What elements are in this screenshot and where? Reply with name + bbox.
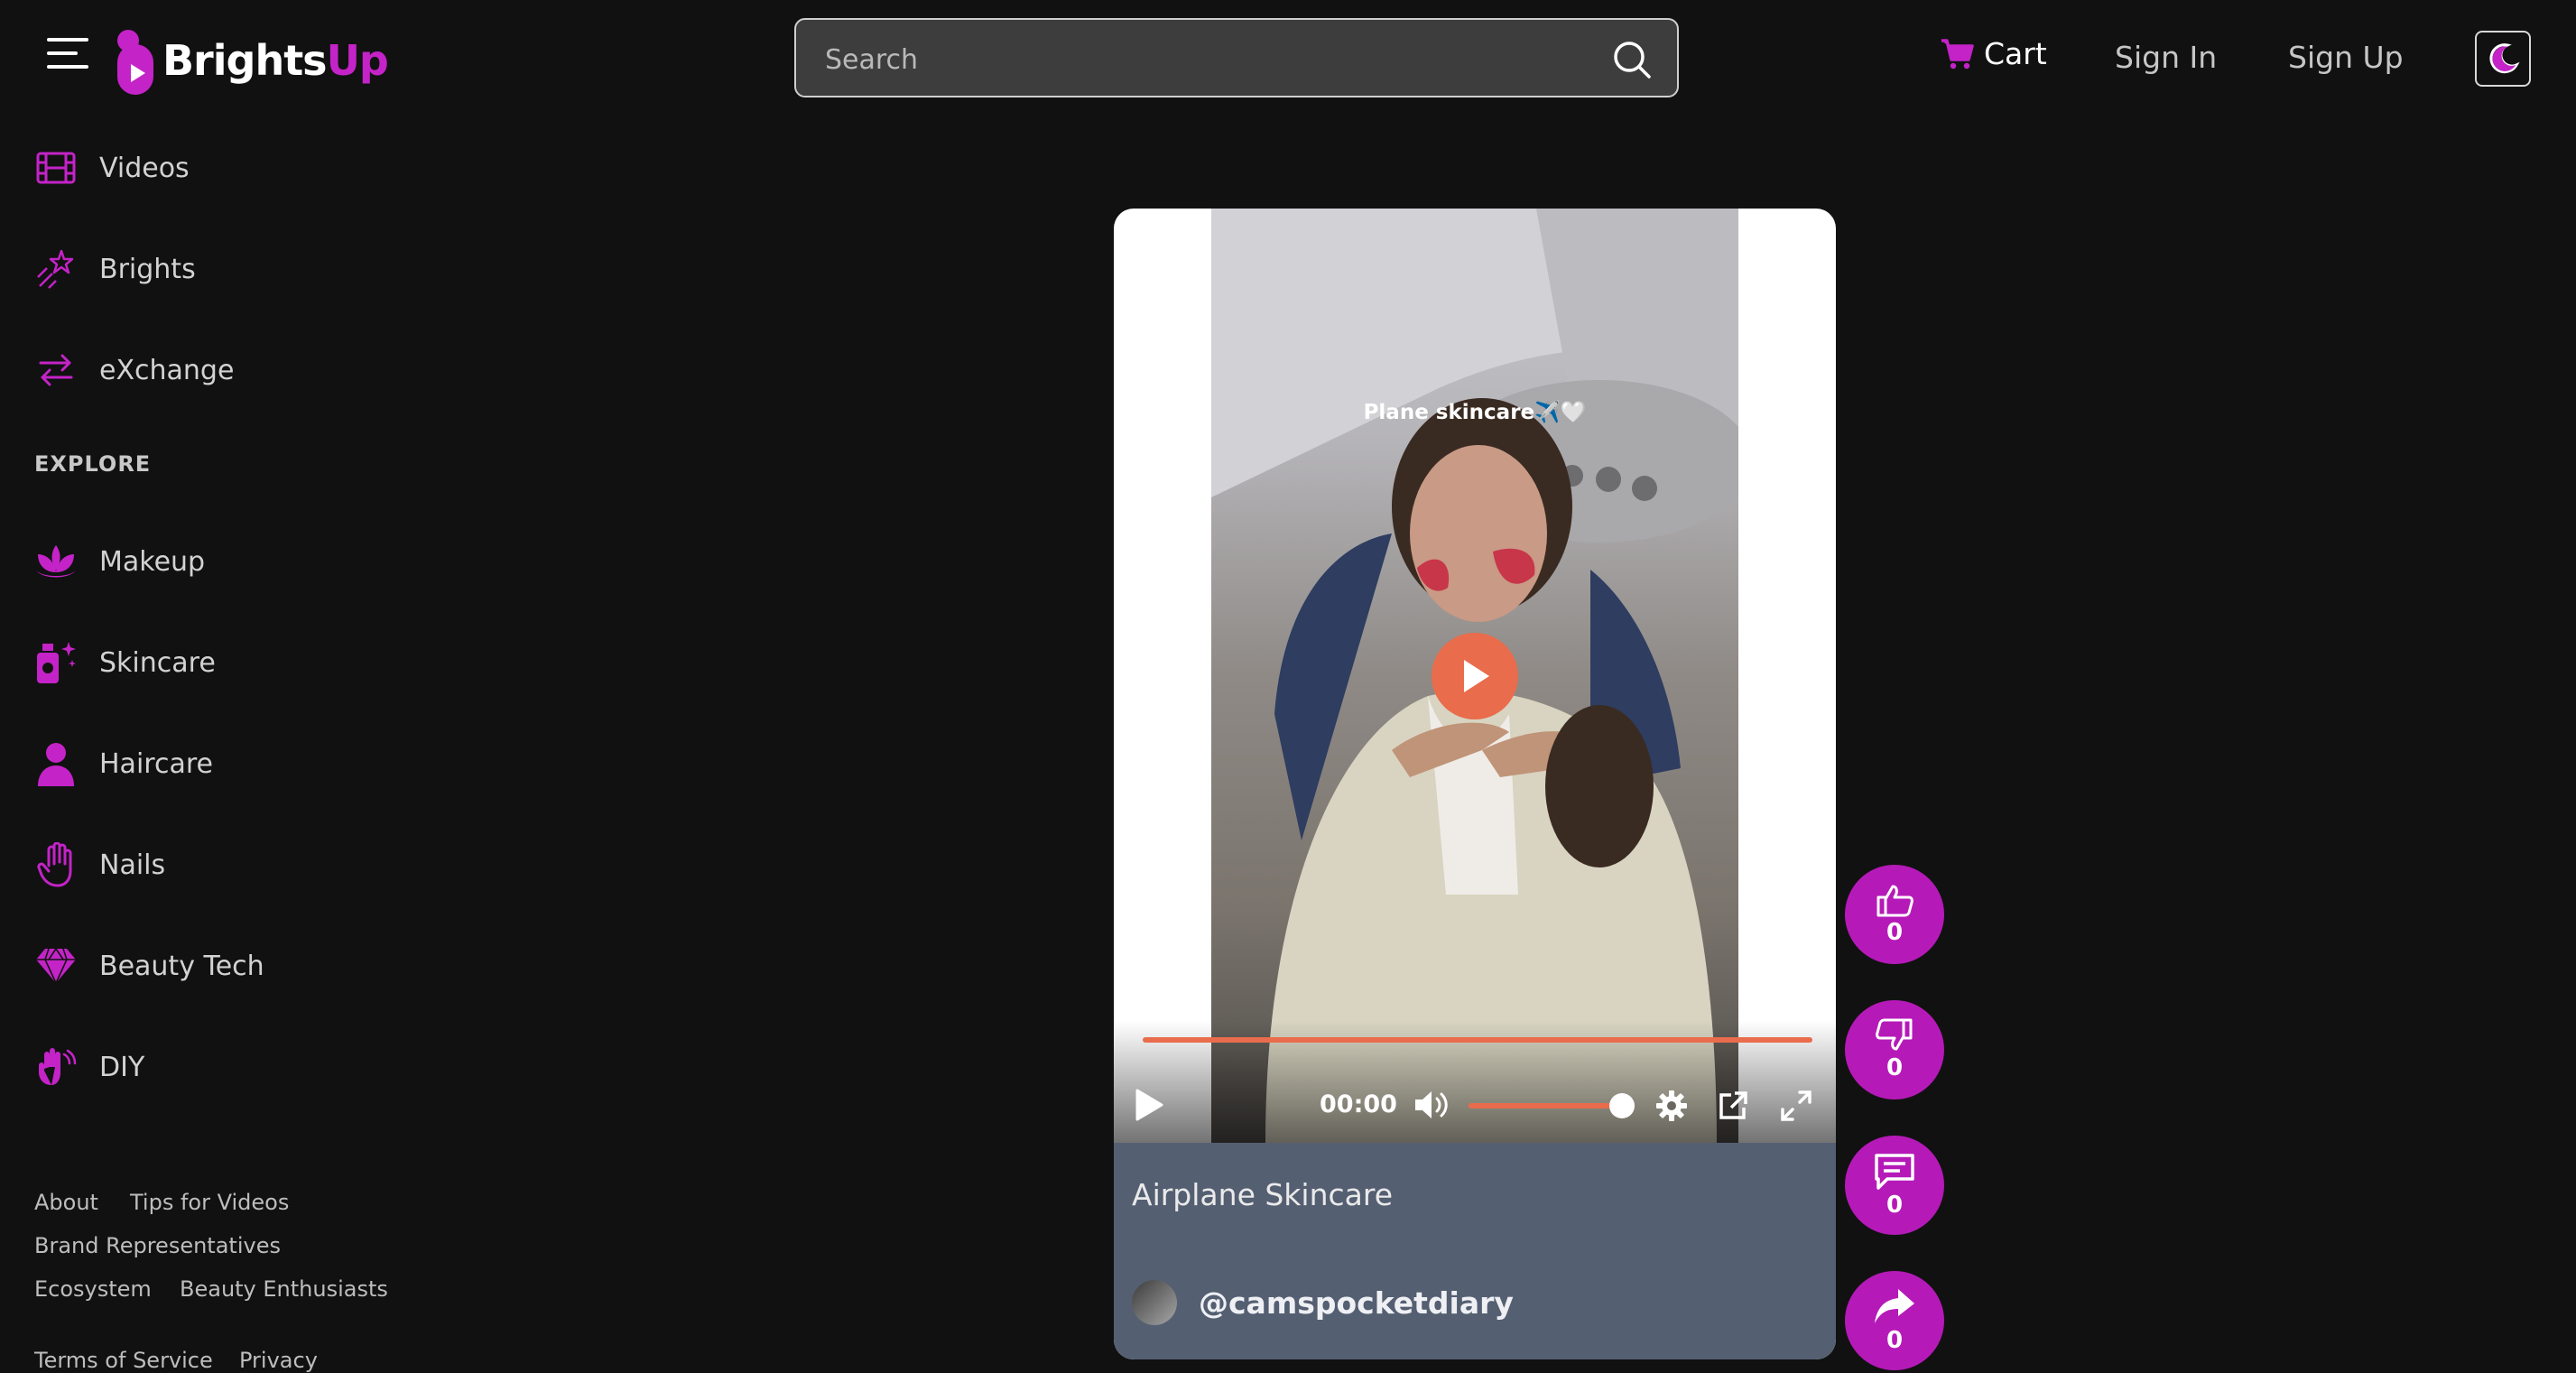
time-display: 00:00 [1320, 1090, 1397, 1118]
play-icon[interactable] [1134, 1088, 1164, 1122]
progress-bar[interactable] [1143, 1037, 1812, 1043]
sidebar-item-label: Brights [99, 253, 196, 285]
lotus-icon [34, 540, 78, 583]
sidebar-item-diy[interactable]: DIY [34, 1045, 144, 1089]
video-card: Plane skincare✈️🤍 00:00 Airplane Skincar… [1114, 209, 1836, 1359]
comment-count: 0 [1886, 1192, 1904, 1219]
sidebar-item-videos[interactable]: Videos [34, 146, 190, 190]
brand-logo[interactable]: BrightsUp [114, 25, 389, 96]
like-button[interactable]: 0 [1845, 865, 1944, 964]
dislike-button[interactable]: 0 [1845, 1000, 1944, 1099]
footer-link-terms[interactable]: Terms of Service [34, 1348, 213, 1373]
video-overlay-caption: Plane skincare✈️🤍 [1363, 401, 1587, 424]
explore-heading: EXPLORE [34, 451, 152, 477]
settings-gear-icon[interactable] [1655, 1090, 1688, 1122]
comment-button[interactable]: 0 [1845, 1136, 1944, 1235]
play-icon [1464, 660, 1489, 692]
volume-slider-handle[interactable] [1609, 1093, 1635, 1118]
sidebar-item-skincare[interactable]: Skincare [34, 641, 216, 684]
share-arrow-icon [1875, 1289, 1914, 1323]
avatar[interactable] [1132, 1280, 1177, 1325]
sidebar-item-label: eXchange [99, 354, 235, 386]
shooting-star-icon [34, 247, 78, 291]
logo-mark-icon [114, 28, 161, 95]
open-external-icon[interactable] [1717, 1090, 1749, 1122]
footer-link-privacy[interactable]: Privacy [239, 1348, 318, 1373]
footer-link-beauty-enthusiasts[interactable]: Beauty Enthusiasts [180, 1276, 388, 1302]
play-overlay-button[interactable] [1432, 633, 1518, 719]
volume-slider[interactable] [1469, 1103, 1622, 1109]
moon-icon [2489, 43, 2520, 74]
footer-link-about[interactable]: About [34, 1190, 98, 1215]
sidebar-item-label: Videos [99, 152, 190, 184]
video-title: Airplane Skincare [1132, 1177, 1394, 1212]
search-bar[interactable] [794, 18, 1679, 97]
sidebar-item-label: Haircare [99, 747, 213, 780]
footer-link-tips[interactable]: Tips for Videos [130, 1190, 289, 1215]
cart-icon [1941, 38, 1974, 69]
sign-in-link[interactable]: Sign In [2115, 40, 2217, 75]
sidebar-item-label: DIY [99, 1051, 145, 1083]
search-input[interactable] [823, 36, 1567, 83]
sidebar-item-label: Beauty Tech [99, 950, 264, 982]
thumbs-up-icon [1876, 885, 1913, 917]
waving-hands-icon [34, 1045, 78, 1089]
hand-icon [34, 842, 78, 887]
search-icon[interactable] [1612, 40, 1652, 79]
sidebar-item-exchange[interactable]: eXchange [34, 348, 234, 392]
exchange-arrows-icon [34, 348, 78, 392]
dislike-count: 0 [1886, 1054, 1904, 1081]
bottle-sparkle-icon [34, 641, 78, 684]
diamond-icon [34, 944, 78, 988]
channel-handle[interactable]: @camspocketdiary [1199, 1285, 1514, 1321]
sidebar-item-makeup[interactable]: Makeup [34, 540, 205, 583]
sidebar-item-brights[interactable]: Brights [34, 247, 196, 291]
volume-icon[interactable] [1413, 1089, 1450, 1121]
sidebar-item-beauty-tech[interactable]: Beauty Tech [34, 944, 264, 988]
sidebar-item-label: Makeup [99, 545, 206, 578]
sign-up-link[interactable]: Sign Up [2288, 40, 2404, 75]
fullscreen-icon[interactable] [1780, 1090, 1812, 1122]
cart-link[interactable]: Cart [1941, 36, 2047, 71]
menu-icon[interactable] [47, 38, 88, 69]
share-button[interactable]: 0 [1845, 1271, 1944, 1370]
sidebar-item-label: Nails [99, 849, 166, 881]
sidebar-item-nails[interactable]: Nails [34, 842, 166, 887]
logo-text: BrightsUp [162, 36, 389, 85]
cart-label: Cart [1984, 36, 2047, 71]
footer-link-ecosystem[interactable]: Ecosystem [34, 1276, 152, 1302]
sidebar-item-label: Skincare [99, 646, 216, 679]
theme-toggle-button[interactable] [2475, 31, 2531, 87]
person-icon [34, 742, 78, 786]
share-count: 0 [1886, 1327, 1904, 1354]
film-icon [34, 146, 78, 190]
like-count: 0 [1886, 919, 1904, 946]
thumbs-down-icon [1876, 1018, 1913, 1051]
comment-icon [1875, 1154, 1914, 1190]
footer-link-brand-representatives[interactable]: Brand Representatives [34, 1233, 281, 1258]
sidebar-item-haircare[interactable]: Haircare [34, 742, 213, 786]
video-info-panel: Airplane Skincare @camspocketdiary [1114, 1143, 1836, 1359]
